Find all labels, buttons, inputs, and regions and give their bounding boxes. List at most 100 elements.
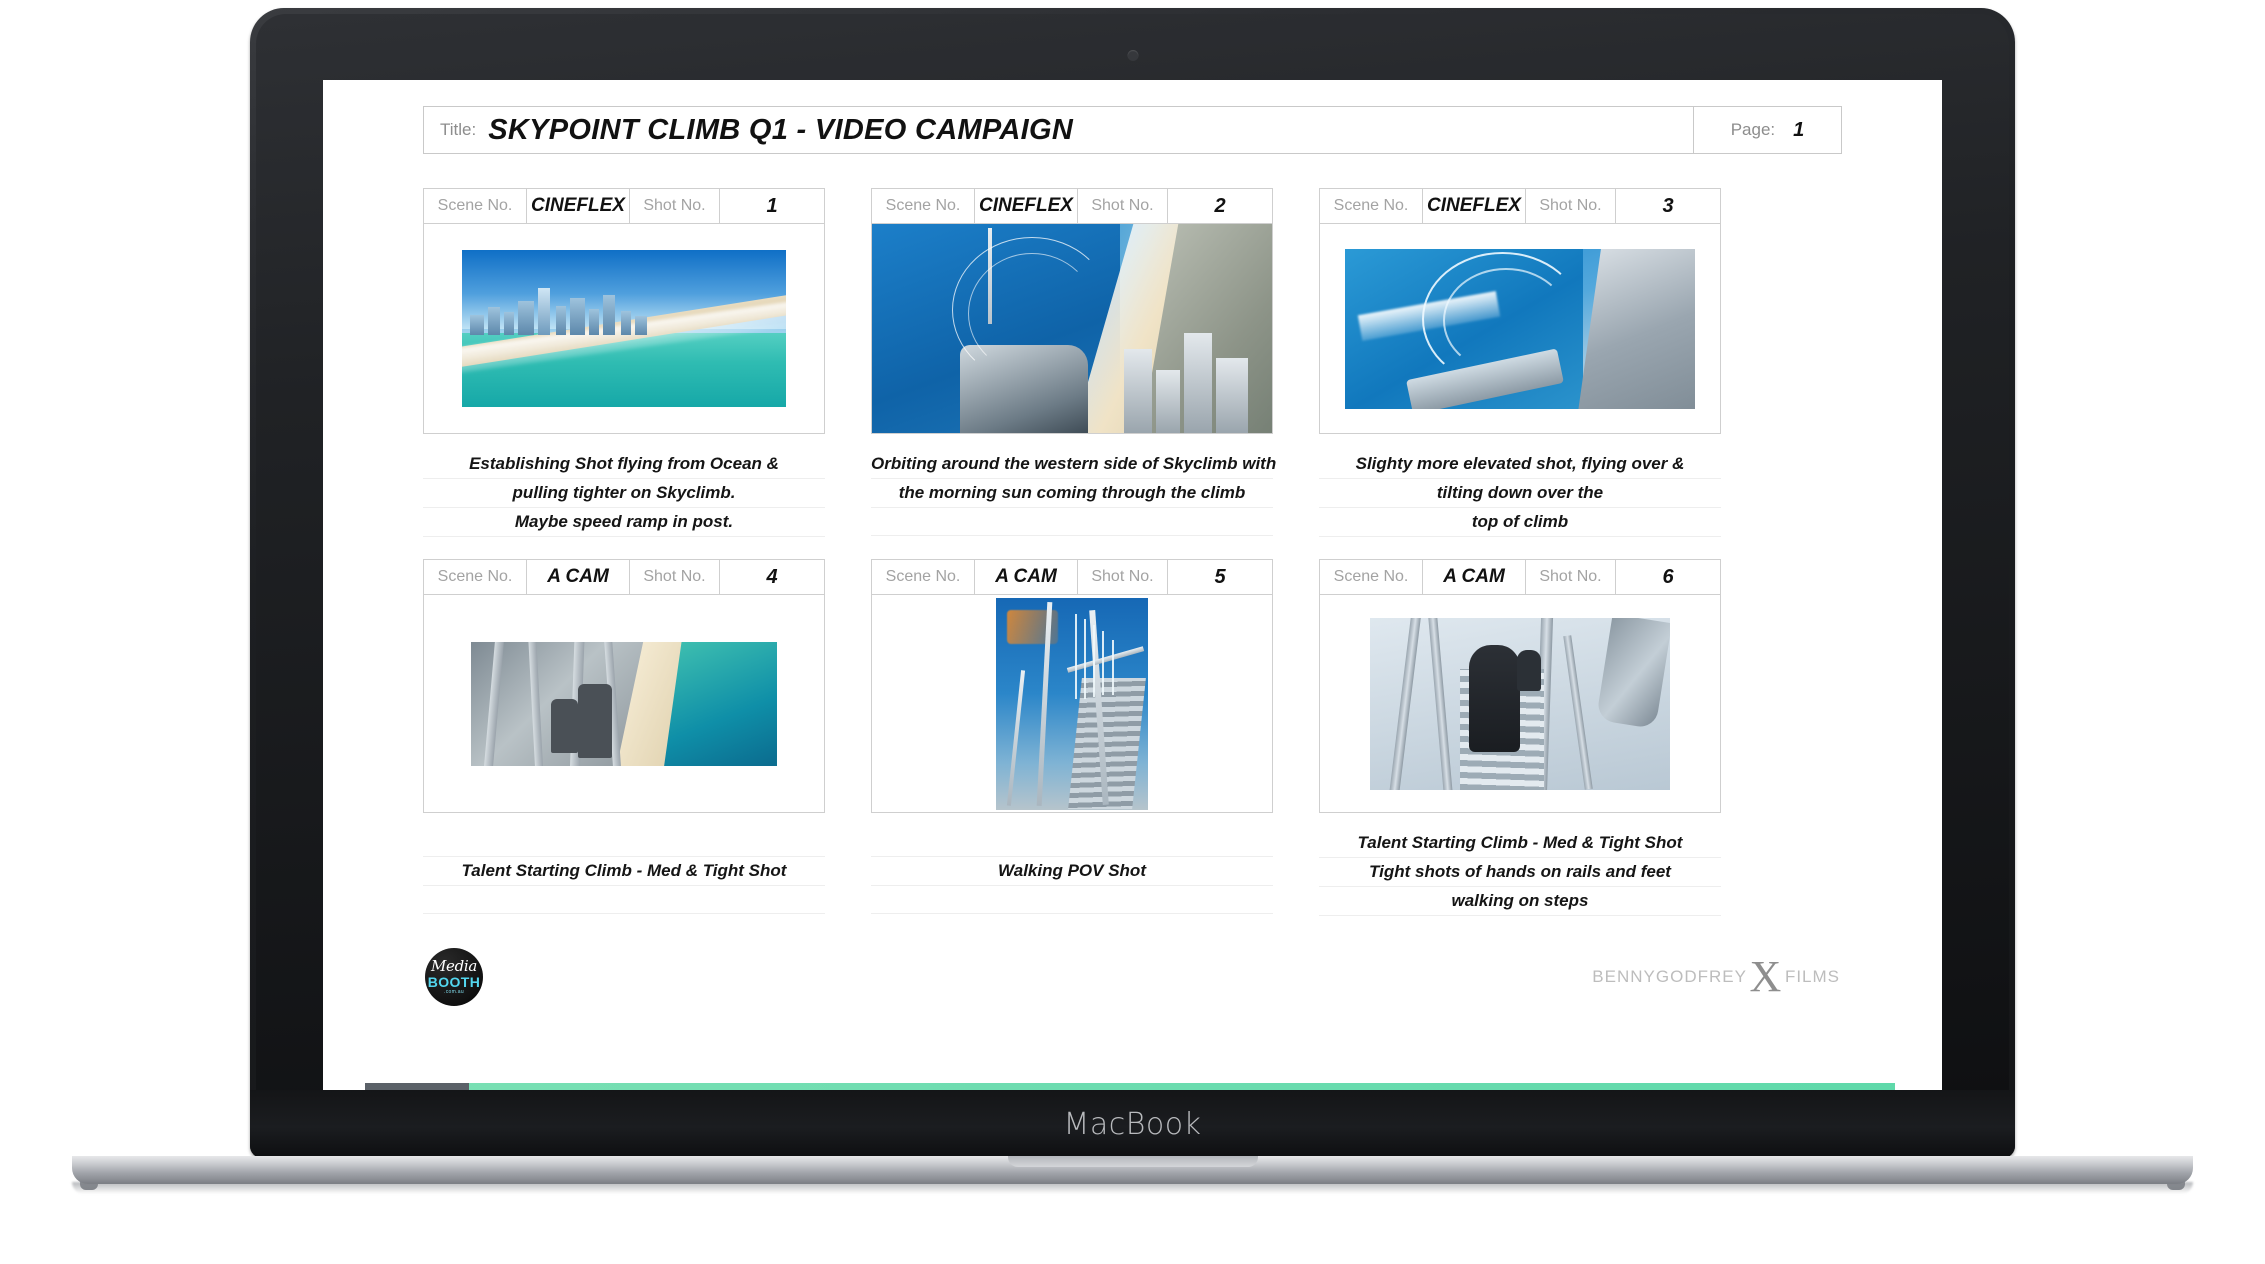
shot-number-2[interactable]: 2 [1168,189,1272,223]
shot-no-label-6: Shot No. [1526,560,1616,594]
caption-block-5: Walking POV Shot [871,829,1273,914]
cell-header-2: Scene No. CINEFLEX Shot No. 2 [871,188,1273,224]
skypoint-tower-coast-photo [872,224,1272,433]
image-frame-2[interactable] [871,224,1273,434]
cell-header-1: Scene No. CINEFLEX Shot No. 1 [423,188,825,224]
caption-line [871,508,1273,536]
horizontal-scrollbar[interactable] [365,1083,1895,1090]
scrollbar-thumb[interactable] [365,1083,469,1090]
cell-header-5: Scene No. A CAM Shot No. 5 [871,559,1273,595]
storyboard-cell-4: Scene No. A CAM Shot No. 4 Talent Starti… [423,559,825,916]
laptop-base [72,1156,2193,1184]
caption-block-3: Slighty more elevated shot, flying over … [1319,450,1721,537]
scene-no-label-6: Scene No. [1320,560,1423,594]
image-frame-3[interactable] [1319,224,1721,434]
storyboard-document: Title: SKYPOINT CLIMB Q1 - VIDEO CAMPAIG… [323,80,1942,1090]
caption-line [871,829,1273,857]
macbook-brand-label: MacBook [1063,1106,1202,1142]
caption-block-2: Orbiting around the western side of Skyc… [871,450,1276,536]
title-label: Title: [440,120,477,139]
camera-value-1[interactable]: CINEFLEX [527,189,630,223]
scene-no-label-2: Scene No. [872,189,975,223]
image-frame-4[interactable] [423,595,825,813]
storyboard-row-1: Scene No. CINEFLEX Shot No. 1 Establishi… [423,188,1842,537]
screenshot-stage: Title: SKYPOINT CLIMB Q1 - VIDEO CAMPAIG… [0,0,2265,1264]
camera-value-4[interactable]: A CAM [527,560,630,594]
shot-number-6[interactable]: 6 [1616,560,1720,594]
elevated-tilt-over-climb-photo [1345,248,1695,409]
aerial-beach-skyline-photo [462,250,786,407]
caption-block-6: Talent Starting Climb - Med & Tight Shot… [1319,829,1721,916]
document-title-row: Title: SKYPOINT CLIMB Q1 - VIDEO CAMPAIG… [423,106,1842,154]
webcam-icon [1127,50,1138,61]
caption-block-4: Talent Starting Climb - Med & Tight Shot [423,829,825,914]
caption-line: walking on steps [1319,887,1721,916]
caption-line: Walking POV Shot [871,857,1273,886]
scene-no-label-3: Scene No. [1320,189,1423,223]
bennygodfrey-films-logo: BENNYGODFREY X FILMS [1592,952,1840,1001]
caption-line: tilting down over the [1319,479,1721,508]
laptop-screen: Title: SKYPOINT CLIMB Q1 - VIDEO CAMPAIG… [323,80,1942,1090]
caption-line: Orbiting around the western side of Skyc… [871,450,1276,479]
laptop-base-shadow [72,1182,2193,1194]
films-text: FILMS [1784,967,1840,986]
climbers-panorama-photo [471,641,777,766]
image-frame-6[interactable] [1319,595,1721,813]
page-number: 1 [1793,118,1805,141]
storyboard-row-2: Scene No. A CAM Shot No. 4 Talent Starti… [423,559,1842,916]
scene-no-label-5: Scene No. [872,560,975,594]
shot-number-4[interactable]: 4 [720,560,824,594]
caption-line [423,886,825,914]
laptop-chin-bezel: MacBook [250,1090,2015,1158]
media-booth-logo: Media BOOTH .com.au [425,948,483,1006]
caption-line: Slighty more elevated shot, flying over … [1319,450,1721,479]
storyboard-cell-2: Scene No. CINEFLEX Shot No. 2 Orbiting a… [871,188,1276,537]
staircase-sky-portrait-photo [996,597,1148,810]
page-field[interactable]: Page: 1 [1694,106,1842,154]
caption-line [423,829,825,857]
shot-no-label-4: Shot No. [630,560,720,594]
macbook-device: Title: SKYPOINT CLIMB Q1 - VIDEO CAMPAIG… [72,8,2193,1194]
storyboard-cell-6: Scene No. A CAM Shot No. 6 Talent Starti… [1319,559,1721,916]
pov-stairs-climber-photo [1370,617,1670,790]
shot-no-label-3: Shot No. [1526,189,1616,223]
storyboard-cell-1: Scene No. CINEFLEX Shot No. 1 Establishi… [423,188,825,537]
scene-no-label-4: Scene No. [424,560,527,594]
laptop-lid: Title: SKYPOINT CLIMB Q1 - VIDEO CAMPAIG… [250,8,2015,1158]
media-booth-line2: BOOTH [427,974,481,990]
caption-line: Talent Starting Climb - Med & Tight Shot [423,857,825,886]
camera-value-5[interactable]: A CAM [975,560,1078,594]
shot-number-3[interactable]: 3 [1616,189,1720,223]
cell-header-3: Scene No. CINEFLEX Shot No. 3 [1319,188,1721,224]
caption-block-1: Establishing Shot flying from Ocean & pu… [423,450,825,537]
cell-header-4: Scene No. A CAM Shot No. 4 [423,559,825,595]
media-booth-line3: .com.au [444,989,464,995]
scene-no-label-1: Scene No. [424,189,527,223]
document-footer: Media BOOTH .com.au BENNYGODFREY X FILMS [423,946,1842,1008]
caption-line [871,886,1273,914]
caption-line: Maybe speed ramp in post. [423,508,825,537]
image-frame-1[interactable] [423,224,825,434]
caption-line: pulling tighter on Skyclimb. [423,479,825,508]
camera-value-6[interactable]: A CAM [1423,560,1526,594]
title-field[interactable]: Title: SKYPOINT CLIMB Q1 - VIDEO CAMPAIG… [423,106,1694,154]
camera-value-2[interactable]: CINEFLEX [975,189,1078,223]
storyboard-cell-3: Scene No. CINEFLEX Shot No. 3 Slighty mo… [1319,188,1721,537]
media-booth-line1: Media [430,957,478,975]
cell-header-6: Scene No. A CAM Shot No. 6 [1319,559,1721,595]
image-frame-5[interactable] [871,595,1273,813]
caption-line: top of climb [1319,508,1721,537]
shot-number-1[interactable]: 1 [720,189,824,223]
caption-line: Establishing Shot flying from Ocean & [423,450,825,479]
camera-value-3[interactable]: CINEFLEX [1423,189,1526,223]
storyboard-cell-5: Scene No. A CAM Shot No. 5 Walking POV S… [871,559,1273,916]
shot-number-5[interactable]: 5 [1168,560,1272,594]
bennygodfrey-text: BENNYGODFREY [1592,967,1747,986]
caption-line: the morning sun coming through the climb [871,479,1273,508]
page-label: Page: [1730,120,1776,139]
shot-no-label-5: Shot No. [1078,560,1168,594]
page-title: SKYPOINT CLIMB Q1 - VIDEO CAMPAIGN [488,113,1074,146]
shot-no-label-1: Shot No. [630,189,720,223]
x-mark-icon: X [1749,952,1783,1001]
caption-line: Tight shots of hands on rails and feet [1319,858,1721,887]
